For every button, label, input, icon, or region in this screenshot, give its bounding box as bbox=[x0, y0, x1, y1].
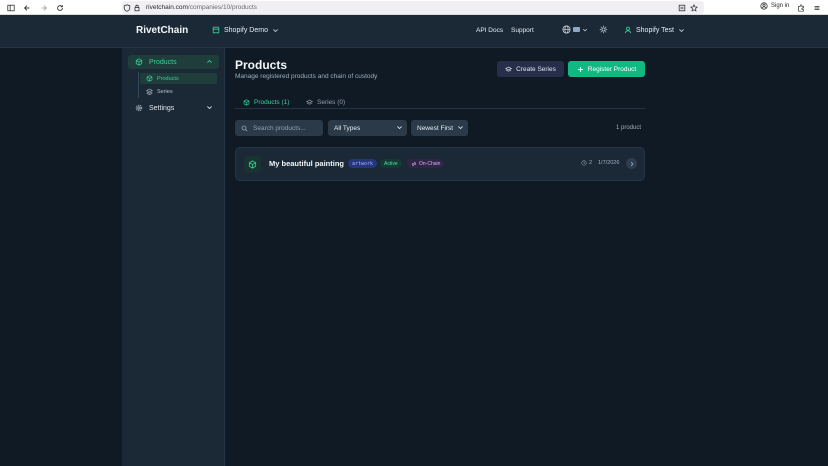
chevron-down-icon bbox=[582, 27, 588, 33]
user-menu[interactable]: Shopify Test bbox=[624, 26, 685, 34]
forward-arrow-icon[interactable] bbox=[37, 1, 51, 15]
search-box[interactable] bbox=[235, 120, 323, 136]
type-filter-value: All Types bbox=[334, 124, 361, 132]
reload-icon[interactable] bbox=[53, 1, 67, 15]
status-badge-label: Active bbox=[384, 160, 398, 167]
chevron-right-icon bbox=[629, 161, 635, 167]
product-name[interactable]: My beautiful painting bbox=[269, 159, 344, 168]
event-count-value: 2 bbox=[589, 160, 593, 166]
product-card[interactable]: My beautiful painting artwork Active On-… bbox=[235, 147, 645, 181]
cube-icon bbox=[135, 58, 143, 66]
sidebar-subitem-series[interactable]: Series bbox=[140, 86, 217, 97]
nav-api-docs[interactable]: API Docs bbox=[476, 27, 503, 34]
type-badge-label: artwork bbox=[352, 160, 374, 167]
product-date: 1/7/2026 bbox=[598, 160, 620, 166]
signin-label: Sign in bbox=[771, 3, 790, 9]
tab-label: Products (1) bbox=[254, 98, 290, 106]
org-name: Shopify Demo bbox=[224, 26, 268, 34]
tab-label: Series (0) bbox=[317, 99, 346, 106]
register-product-label: Register Product bbox=[587, 65, 637, 73]
sidebar-item-products[interactable]: Products bbox=[128, 55, 219, 69]
url-bar[interactable]: rivetchain.com/companies/10/products bbox=[122, 1, 704, 14]
link-icon bbox=[411, 161, 417, 167]
org-switcher[interactable]: Shopify Demo bbox=[212, 26, 279, 34]
sidebar: Products Settings bbox=[122, 48, 225, 466]
account-icon bbox=[760, 2, 768, 10]
app-header: RivetChain Shopify Demo API Docs Support… bbox=[0, 15, 828, 48]
nav-support[interactable]: Support bbox=[511, 27, 534, 34]
reader-view-icon[interactable] bbox=[675, 1, 689, 15]
layers-icon bbox=[505, 66, 513, 73]
sidebar-subitem-label: Series bbox=[157, 88, 173, 95]
bookmark-star-icon[interactable] bbox=[687, 1, 701, 15]
user-icon bbox=[624, 26, 632, 34]
brand-logo[interactable]: RivetChain bbox=[136, 25, 188, 36]
menu-icon[interactable] bbox=[810, 1, 824, 15]
layers-icon bbox=[306, 99, 313, 106]
chain-badge-label: On-Chain bbox=[419, 160, 441, 167]
extensions-icon[interactable] bbox=[794, 1, 808, 15]
sidebar-item-label: Products bbox=[149, 58, 177, 66]
signin-button[interactable]: Sign in bbox=[760, 2, 789, 10]
url-text: rivetchain.com/companies/10/products bbox=[146, 4, 257, 11]
sidebar-item-label: Settings bbox=[149, 104, 175, 112]
cube-icon bbox=[146, 75, 153, 82]
chevron-down-icon bbox=[678, 27, 685, 34]
lock-icon bbox=[132, 1, 142, 15]
event-count: 2 bbox=[581, 160, 592, 166]
chevron-down-icon bbox=[396, 124, 403, 131]
flag-icon bbox=[573, 27, 580, 32]
gear-icon bbox=[135, 104, 143, 112]
sidebar-subitem-label: Products bbox=[157, 75, 179, 82]
theme-toggle[interactable] bbox=[599, 25, 608, 34]
create-series-button[interactable]: Create Series bbox=[497, 61, 564, 77]
user-name: Shopify Test bbox=[636, 26, 675, 34]
page-title: Products bbox=[235, 58, 288, 72]
page-subtitle: Manage registered products and chain of … bbox=[235, 73, 378, 80]
register-product-button[interactable]: Register Product bbox=[568, 61, 645, 77]
globe-icon bbox=[562, 25, 571, 34]
sort-value: Newest First bbox=[417, 124, 454, 132]
chevron-up-icon bbox=[206, 58, 213, 65]
sort-select[interactable]: Newest First bbox=[411, 120, 468, 136]
chevron-down-icon bbox=[272, 27, 279, 34]
store-icon bbox=[212, 26, 220, 34]
type-badge: artwork bbox=[348, 159, 378, 168]
sidebar-subitem-products[interactable]: Products bbox=[140, 73, 217, 84]
back-arrow-icon[interactable] bbox=[20, 1, 34, 15]
tabs-divider bbox=[235, 108, 645, 109]
sidebar-tree-line bbox=[138, 72, 139, 98]
chain-badge: On-Chain bbox=[407, 159, 445, 168]
layers-icon bbox=[146, 88, 153, 95]
clock-icon bbox=[581, 160, 587, 166]
status-badge: Active bbox=[380, 159, 402, 168]
open-product-button[interactable] bbox=[626, 158, 637, 169]
language-switcher[interactable] bbox=[562, 25, 588, 34]
chevron-down-icon bbox=[206, 104, 213, 111]
shield-icon bbox=[122, 1, 132, 15]
search-icon bbox=[241, 125, 248, 132]
product-count: 1 product bbox=[616, 125, 642, 131]
cube-icon bbox=[243, 98, 250, 106]
browser-toolbar: rivetchain.com/companies/10/products Sig… bbox=[0, 0, 828, 15]
sidebar-toggle-icon[interactable] bbox=[4, 1, 18, 15]
search-input[interactable] bbox=[253, 124, 317, 132]
plus-icon bbox=[577, 66, 584, 73]
sidebar-item-settings[interactable]: Settings bbox=[128, 101, 219, 115]
chevron-down-icon bbox=[457, 124, 464, 131]
cube-icon bbox=[244, 156, 261, 173]
create-series-label: Create Series bbox=[516, 65, 556, 73]
sun-icon bbox=[599, 25, 608, 34]
type-filter-select[interactable]: All Types bbox=[328, 120, 407, 136]
